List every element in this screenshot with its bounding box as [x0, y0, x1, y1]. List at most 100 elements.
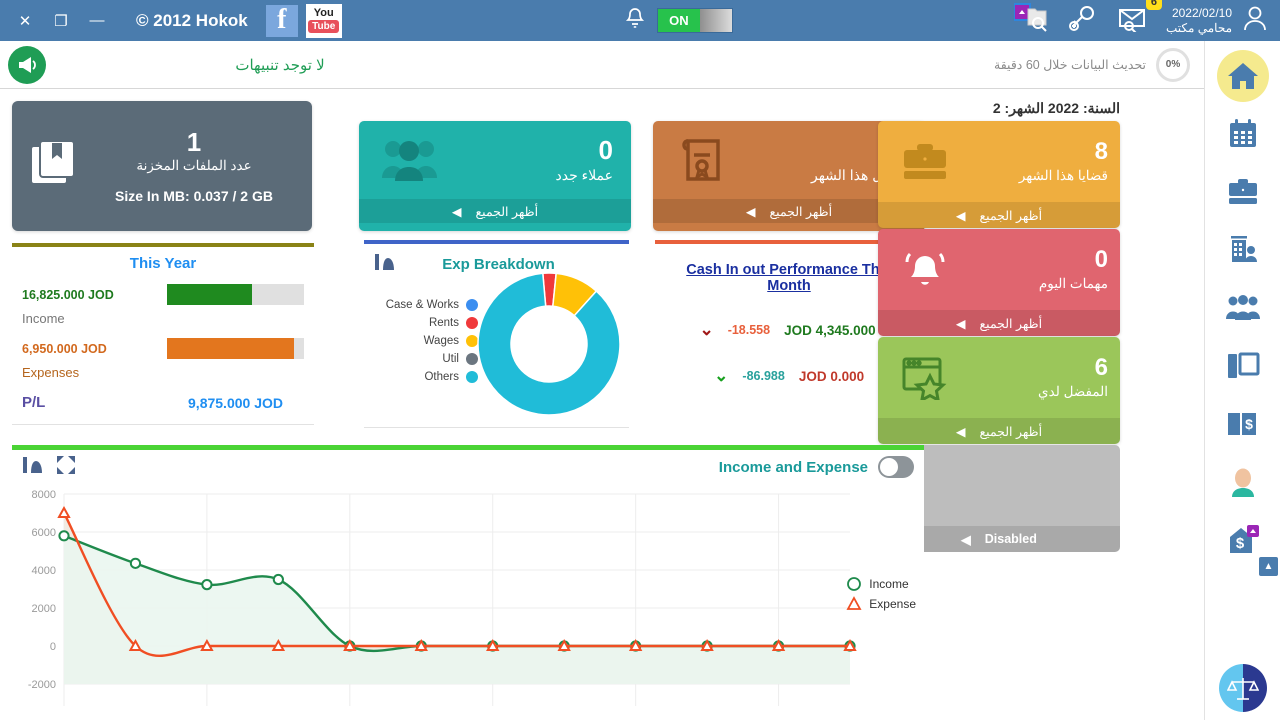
- income-value: 16,825.000 JOD: [22, 287, 114, 302]
- this-year-panel: This Year 16,825.000 JOD Income 6,950.00…: [12, 243, 314, 425]
- switch-off-track: [699, 9, 732, 32]
- cash-title: Cash In out Performance This Month: [686, 262, 892, 294]
- cases-label: قضايا هذا الشهر: [1018, 167, 1108, 183]
- scroll-up-chevron-icon[interactable]: ▲: [1259, 557, 1278, 576]
- legend-label: Util: [442, 353, 459, 365]
- chart-icon[interactable]: [374, 252, 396, 277]
- chart-icon[interactable]: [22, 455, 44, 480]
- legend-triangle-icon: [846, 596, 862, 610]
- bell-icon[interactable]: [623, 6, 647, 35]
- cases-show-all[interactable]: أظهر الجميع ◀: [878, 202, 1120, 228]
- series-area: [64, 535, 850, 684]
- mail-badge: 6: [1145, 0, 1162, 11]
- refresh-progress-ring: 0%: [1156, 47, 1190, 82]
- legend-label: Case & Works: [385, 299, 459, 311]
- income-bar: [167, 284, 304, 305]
- tasks-show-all[interactable]: أظهر الجميع ◀: [878, 310, 1120, 336]
- tasks-label: مهمات اليوم: [1038, 275, 1108, 291]
- legend-item: Wages: [368, 335, 478, 347]
- refresh-note-text: تحديث البيانات خلال 60 دقيقة: [994, 58, 1146, 72]
- sidebar-item-office[interactable]: [1210, 221, 1276, 279]
- favorites-count: 6: [1094, 354, 1108, 382]
- storage-size: Size In MB: 0.037 / 2 GB: [115, 188, 273, 205]
- mail-search-icon[interactable]: 6: [1118, 0, 1162, 37]
- cases-show-all-label: أظهر الجميع: [979, 208, 1043, 223]
- data-point-marker: [58, 530, 70, 542]
- legend-label: Expense: [869, 597, 916, 611]
- sidebar-item-profile[interactable]: [1210, 453, 1276, 511]
- youtube-icon[interactable]: You Tube: [305, 3, 342, 38]
- close-icon[interactable]: ✕: [8, 6, 42, 36]
- cases-count: 8: [1094, 138, 1108, 166]
- expenses-row: 6,950.000 JOD: [22, 338, 304, 359]
- y-axis-tick-label: 0: [50, 641, 56, 653]
- user-info[interactable]: 2022/02/10 محامي مكتب: [1166, 3, 1270, 38]
- fullscreen-icon[interactable]: [56, 455, 76, 480]
- sidebar-item-calendar[interactable]: [1210, 105, 1276, 163]
- folder-search-icon[interactable]: [1012, 3, 1048, 38]
- sidebar-item-home[interactable]: [1210, 47, 1276, 105]
- megaphone-icon[interactable]: [8, 45, 46, 84]
- legend-label: Income: [869, 577, 909, 591]
- income-expense-toggle[interactable]: [878, 456, 914, 478]
- y-axis-tick-label: -2000: [28, 679, 56, 691]
- cash-in-row: ⌄ -18.558 JOD 4,345.000 :IN: [667, 320, 911, 340]
- works-show-all-label: أظهر الجميع: [769, 204, 833, 219]
- sidebar-item-devices[interactable]: [1210, 337, 1276, 395]
- data-point-marker: [57, 505, 71, 518]
- new-clients-count: 0: [598, 135, 613, 166]
- svg-text:$: $: [1235, 535, 1244, 552]
- new-clients-show-all-label: أظهر الجميع: [475, 204, 539, 219]
- storage-card: 1 عدد الملفات المخزنة Size In MB: 0.037 …: [12, 101, 312, 231]
- cash-in-amount: JOD 4,345.000: [784, 322, 876, 338]
- stat-card-new-clients[interactable]: 0 عملاء جدد أظهر الجميع ◀: [359, 121, 631, 231]
- favorites-show-all[interactable]: أظهر الجميع ◀: [878, 418, 1120, 444]
- copyright-label: © 2012 Hokok: [136, 10, 248, 30]
- user-text: 2022/02/10 محامي مكتب: [1166, 6, 1232, 36]
- income-expense-plot: 80006000400020000-2000JanMarMayJulSepNov…: [12, 484, 924, 720]
- exp-breakdown-legend: Case & Works Rents Wages Util Others: [368, 299, 478, 383]
- stat-card-favorites[interactable]: 6 المفضل لدي أظهر الجميع ◀: [878, 337, 1120, 444]
- profit-loss-row: P/L 9,875.000 JOD: [22, 394, 304, 411]
- stat-card-cases-this-month[interactable]: 8 قضايا هذا الشهر أظهر الجميع ◀: [878, 121, 1120, 228]
- legend-item: Expense: [846, 596, 916, 612]
- cash-in-delta: -18.558: [727, 323, 771, 337]
- certificate-icon: [667, 137, 741, 183]
- youtube-bottom-label: Tube: [308, 20, 340, 33]
- legend-item: Util: [368, 353, 478, 365]
- favorites-label: المفضل لدي: [1038, 383, 1108, 399]
- right-sidebar: $ $: [1204, 41, 1280, 720]
- title-bar: ✕ ❐ — © 2012 Hokok f You Tube ON 6 2022/…: [0, 0, 1280, 41]
- app-root: ✕ ❐ — © 2012 Hokok f You Tube ON 6 2022/…: [0, 0, 1280, 720]
- avatar-icon[interactable]: [1240, 3, 1270, 38]
- tasks-count: 0: [1094, 246, 1108, 274]
- notification-message: لا توجد تنبيهات: [235, 56, 325, 74]
- new-clients-show-all[interactable]: أظهر الجميع ◀: [359, 199, 631, 223]
- favorite-window-star-icon: [890, 356, 960, 400]
- income-expense-title: Income and Expense: [718, 458, 868, 476]
- exp-breakdown-donut: [476, 271, 622, 422]
- restore-icon[interactable]: ❐: [44, 6, 78, 36]
- main-content: 1 عدد الملفات المخزنة Size In MB: 0.037 …: [0, 90, 1204, 720]
- legend-item: Rents: [368, 317, 478, 329]
- social-links: f You Tube: [265, 3, 342, 38]
- toggle-knob: [880, 458, 898, 476]
- app-logo-scales-icon: [1218, 664, 1267, 712]
- minimize-icon[interactable]: —: [80, 6, 114, 36]
- add-user-key-icon[interactable]: [1068, 4, 1098, 37]
- facebook-icon[interactable]: f: [265, 4, 298, 37]
- stat-card-today-tasks[interactable]: 0 مهمات اليوم أظهر الجميع ◀: [878, 229, 1120, 336]
- sidebar-item-accounts[interactable]: $: [1210, 395, 1276, 453]
- left-arrow-icon: ◀: [745, 204, 756, 219]
- year-month-label: السنة: 2022 الشهر: 2: [992, 100, 1120, 116]
- left-arrow-icon: ◀: [955, 316, 966, 331]
- legend-item: Case & Works: [368, 299, 478, 311]
- sidebar-item-clients[interactable]: [1210, 279, 1276, 337]
- down-arrow-icon: ⌄: [714, 366, 729, 385]
- storage-body: 1 عدد الملفات المخزنة Size In MB: 0.037 …: [94, 128, 294, 205]
- legend-circle-icon: [847, 577, 862, 591]
- legend-item: Income: [846, 576, 916, 592]
- sound-on-off-switch[interactable]: ON: [656, 8, 733, 33]
- switch-on-label: ON: [657, 9, 700, 32]
- sidebar-item-briefcase[interactable]: [1210, 163, 1276, 221]
